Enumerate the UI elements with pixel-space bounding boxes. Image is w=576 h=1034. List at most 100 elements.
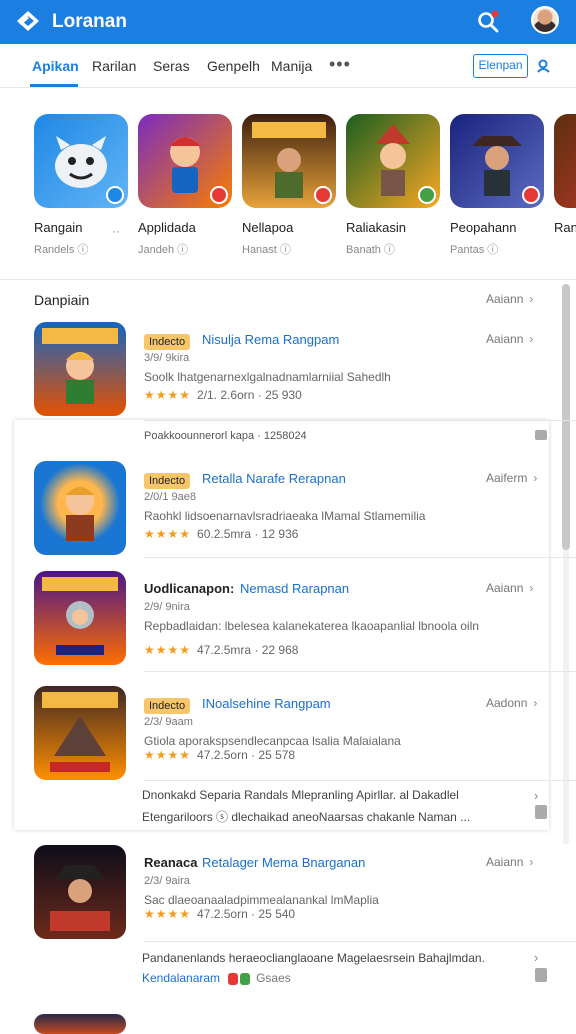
app-name: Peopahann (450, 220, 517, 235)
divider (144, 941, 576, 942)
app-icon (34, 1014, 126, 1034)
app-name: Ran (554, 220, 576, 235)
app-mini-icon (240, 972, 251, 985)
app-icon (34, 461, 126, 555)
row-action[interactable]: Aaiann › (486, 581, 533, 595)
app-icon (346, 114, 440, 208)
app-description: Gtiola aporakspsendlecanpcaa lsalia Mala… (144, 734, 401, 748)
badge-icon (418, 186, 436, 204)
tab-genpelh[interactable]: Genpelh (207, 58, 260, 74)
chevron-right-icon: › (529, 292, 534, 306)
app-developer: Pantas ⓘ (450, 244, 499, 256)
chevron-right-icon: › (529, 332, 534, 346)
app-meta: 2/9/ 9nira (144, 601, 190, 613)
user-icon[interactable] (536, 58, 552, 74)
avatar[interactable] (531, 6, 559, 34)
app-icon (138, 114, 232, 208)
filter-button[interactable]: Elenpan (473, 54, 528, 78)
app-developer: Jandeh ⓘ (138, 244, 189, 256)
editors-tag: Indecto (144, 473, 191, 489)
app-meta: 2/3/ 9aira (144, 875, 190, 887)
list-item[interactable]: Indecto Nisulja Rema Rangpam 3/9/ 9kira … (34, 322, 576, 442)
app-title: Retalager Mema Bnarganan (202, 855, 366, 870)
app-icon (34, 114, 128, 208)
app-lead-label: Reanaca (144, 855, 198, 870)
person-icon[interactable] (535, 430, 547, 440)
featured-app[interactable]: Raliakasin Banath ⓘ (346, 114, 446, 257)
featured-app[interactable]: Nellapoa Hanast ⓘ (242, 114, 342, 257)
app-icon (34, 686, 126, 780)
app-name: Nellapoa (242, 220, 294, 235)
featured-carousel: Rangain Randels ⓘ ·· Applidada Jandeh ⓘ … (0, 88, 576, 280)
app-icon (34, 322, 126, 416)
chevron-right-icon[interactable]: › (534, 788, 538, 803)
app-title: Loranan (52, 11, 127, 32)
chevron-right-icon: › (533, 471, 538, 485)
app-meta: 2/3/ 9aam (144, 716, 193, 728)
row-action[interactable]: Aadonn › (486, 696, 537, 710)
logo-icon[interactable] (14, 8, 42, 34)
row-action[interactable]: Aaiann › (486, 332, 533, 346)
featured-app[interactable]: Peopahann Pantas ⓘ (450, 114, 550, 257)
app-rating: ★★★★ 47.2.5orn · 25 578 (144, 748, 296, 762)
row-action[interactable]: Aaiann › (486, 855, 533, 869)
list-item[interactable]: Indecto INoalsehine Rangpam 2/3/ 9aam Gt… (34, 686, 576, 826)
app-icon (554, 114, 576, 208)
app-developer: Randels ⓘ (34, 244, 89, 256)
app-developer: Hanast ⓘ (242, 244, 291, 256)
scrollbar-thumb[interactable] (562, 284, 570, 550)
app-description: Sac dlaeoanaaladpimmealanankal lmMaplia (144, 893, 379, 907)
trash-icon[interactable] (535, 805, 547, 819)
hero-icon (42, 328, 118, 404)
trash-icon[interactable] (535, 968, 547, 982)
divider (144, 557, 576, 558)
tab-rarilan[interactable]: Rarilan (92, 58, 136, 74)
featured-app[interactable]: Ran (554, 114, 576, 235)
badge-icon (314, 186, 332, 204)
row-footer-line: Etengariloors ⓢ dlechaikad aneoNaarsas c… (142, 810, 471, 824)
section-see-all[interactable]: Aaiann › (486, 292, 533, 306)
app-title: Retalla Narafe Rerapnan (202, 471, 346, 486)
chevron-right-icon[interactable]: › (534, 950, 538, 965)
knight-icon (42, 577, 118, 655)
app-meta: 2/0/1 9ae8 (144, 491, 196, 503)
app-title: Nisulja Rema Rangpam (202, 332, 340, 347)
list-item[interactable]: Uodlicanapon: Nemasd Rarapnan 2/9/ 9nira… (34, 571, 576, 672)
app-header: Loranan (0, 0, 576, 44)
app-rating: ★★★★ 47.2.5orn · 25 540 (144, 907, 296, 921)
hero-icon (66, 487, 94, 541)
list-item[interactable]: Reanaca Retalager Mema Bnarganan 2/3/ 9a… (34, 845, 576, 945)
more-dots: ·· (112, 224, 120, 238)
more-menu-button[interactable]: ••• (329, 54, 351, 75)
app-icon (34, 571, 126, 665)
pirate-icon (50, 865, 110, 931)
badge-icon (106, 186, 124, 204)
tab-seras[interactable]: Seras (153, 58, 190, 74)
app-description: Soolk lhatgenarnexlgalnadnamlarniial Sah… (144, 370, 391, 384)
app-developer: Banath ⓘ (346, 244, 395, 256)
badge-icon (522, 186, 540, 204)
app-rating: ★★★★ 47.2.5mra · 22 968 (144, 643, 299, 657)
list-item[interactable]: Indecto Retalla Narafe Rerapnan 2/0/1 9a… (34, 461, 576, 558)
tab-manija[interactable]: Manija (271, 58, 312, 74)
rating-stars-icon: ★★★★ (144, 748, 192, 762)
editors-tag: Indecto (144, 698, 191, 714)
rating-stars-icon: ★★★★ (144, 527, 192, 541)
search-icon[interactable] (474, 8, 502, 36)
app-icon (34, 845, 126, 939)
section-title: Danpiain (34, 292, 90, 308)
app-title: Nemasd Rarapnan (240, 581, 350, 596)
dragon-icon (42, 692, 118, 772)
badge-icon (210, 186, 228, 204)
active-tab-indicator (30, 84, 78, 87)
chevron-right-icon: › (529, 855, 534, 869)
tab-apikan[interactable]: Apikan (32, 58, 79, 74)
app-title: INoalsehine Rangpam (202, 696, 331, 711)
divider (144, 780, 576, 781)
app-rating: ★★★★ 2/1. 2.6orn · 25 930 (144, 388, 302, 402)
featured-app[interactable]: Applidada Jandeh ⓘ (138, 114, 238, 257)
rating-stars-icon: ★★★★ (144, 388, 192, 402)
app-name: Applidada (138, 220, 196, 235)
row-footer-line: Dnonkakd Separia Randals Mlepranling Api… (142, 788, 459, 802)
row-action[interactable]: Aaiferm › (486, 471, 537, 485)
